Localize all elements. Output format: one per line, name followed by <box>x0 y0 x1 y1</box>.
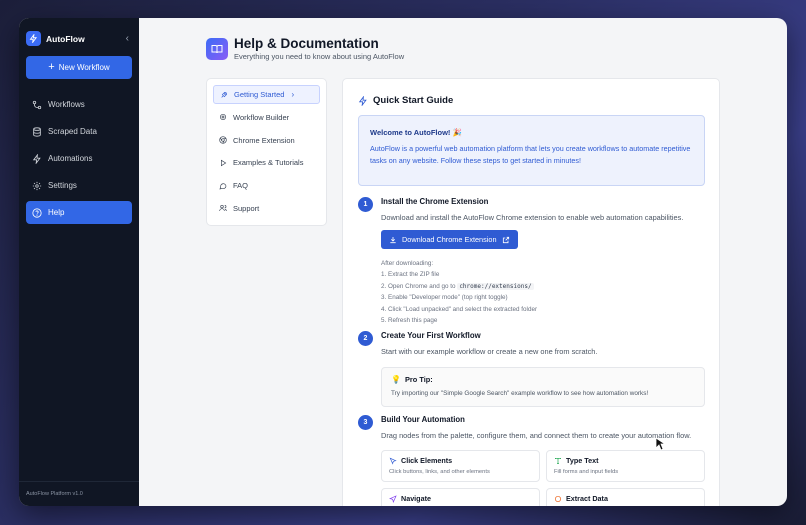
collapse-sidebar-icon[interactable]: ‹ <box>126 33 129 44</box>
card-title: Extract Data <box>566 494 608 503</box>
play-icon <box>221 159 227 167</box>
help-nav-label: Support <box>233 203 260 213</box>
page-header: Help & Documentation Everything you need… <box>206 36 404 61</box>
help-nav-chrome-extension[interactable]: Chrome Extension <box>213 131 320 150</box>
card-title: Type Text <box>566 456 599 465</box>
help-nav-support[interactable]: Support <box>213 199 320 218</box>
sidebar-nav: Workflows Scraped Data Automations Setti… <box>19 93 139 228</box>
help-nav-getting-started[interactable]: Getting Started › <box>213 85 320 104</box>
tip-title: 💡 Pro Tip: <box>391 375 695 384</box>
gear-icon <box>32 181 42 190</box>
sidebar-item-settings[interactable]: Settings <box>26 174 132 197</box>
page-subtitle: Everything you need to know about using … <box>234 52 405 61</box>
book-icon <box>206 37 228 60</box>
extract-data-icon <box>555 495 561 502</box>
node-card-type: Type Text Fill forms and input fields <box>546 450 705 482</box>
sidebar-item-label: Scraped Data <box>48 127 97 136</box>
download-icon <box>390 236 396 243</box>
welcome-callout: Welcome to AutoFlow! 🎉 AutoFlow is a pow… <box>358 115 705 186</box>
help-nav-faq[interactable]: FAQ <box>213 176 320 195</box>
sidebar-item-help[interactable]: Help <box>26 201 132 224</box>
help-circle-icon <box>32 207 42 218</box>
rocket-icon <box>221 91 228 98</box>
sidebar: AutoFlow ‹ + New Workflow Workflows Scra… <box>19 18 139 506</box>
sidebar-item-label: Help <box>48 208 65 217</box>
step-number: 1 <box>358 197 373 212</box>
plus-icon: + <box>48 61 55 73</box>
step-title: Create Your First Workflow <box>381 331 481 340</box>
main-area: Help & Documentation Everything you need… <box>139 18 787 506</box>
download-extension-button[interactable]: Download Chrome Extension <box>381 230 518 249</box>
sidebar-item-label: Automations <box>48 154 93 163</box>
sidebar-item-scraped-data[interactable]: Scraped Data <box>26 120 132 143</box>
node-cards: Click Elements Click buttons, links, and… <box>381 450 705 506</box>
help-nav-workflow-builder[interactable]: Workflow Builder <box>213 108 320 127</box>
pro-tip-callout: 💡 Pro Tip: Try importing our "Simple Goo… <box>381 367 705 407</box>
card-description: Fill forms and input fields <box>554 469 619 475</box>
brand: AutoFlow ‹ <box>19 18 139 50</box>
extensions-url-code: chrome://extensions/ <box>457 282 534 290</box>
download-button-label: Download Chrome Extension <box>402 235 497 244</box>
help-topics-nav: Getting Started › Workflow Builder Chrom… <box>206 78 327 226</box>
help-nav-label: Getting Started <box>234 90 285 99</box>
node-card-extract: Extract Data <box>546 488 705 506</box>
chrome-icon <box>219 136 227 144</box>
external-link-icon <box>502 236 509 243</box>
instruction-item: 1. Extract the ZIP file <box>381 271 440 279</box>
instruction-item: 2. Open Chrome and go to chrome://extens… <box>381 281 705 292</box>
instruction-item: 4. Click "Load unpacked" and select the … <box>381 305 538 313</box>
lightning-logo-icon <box>26 31 41 46</box>
app-window: AutoFlow ‹ + New Workflow Workflows Scra… <box>19 18 787 506</box>
page-title: Help & Documentation <box>234 36 379 51</box>
new-workflow-button[interactable]: + New Workflow <box>26 56 132 79</box>
workflow-icon <box>32 100 42 109</box>
card-title: Navigate <box>401 494 431 503</box>
card-title: Click Elements <box>401 456 453 465</box>
step-description: Download and install the AutoFlow Chrome… <box>381 213 684 222</box>
new-workflow-label: New Workflow <box>58 63 110 72</box>
lightning-icon <box>32 153 41 164</box>
sidebar-item-label: Settings <box>48 181 77 190</box>
lightbulb-icon: 💡 <box>391 375 401 384</box>
database-icon <box>33 126 41 137</box>
step-title: Build Your Automation <box>381 415 465 424</box>
node-card-navigate: Navigate <box>381 488 540 506</box>
help-nav-label: Workflow Builder <box>233 112 290 122</box>
brand-name: AutoFlow <box>46 33 85 44</box>
card-description: Click buttons, links, and other elements <box>389 469 490 475</box>
lightning-icon <box>358 95 367 106</box>
users-icon <box>219 205 227 212</box>
step-title: Install the Chrome Extension <box>381 197 489 206</box>
step-number: 2 <box>358 331 373 346</box>
gear-icon <box>220 114 226 121</box>
sidebar-footer: AutoFlow Platform v1.0 <box>19 481 139 506</box>
instruction-text: 2. Open Chrome and go to <box>381 282 458 290</box>
instruction-item: 5. Refresh this page <box>381 317 438 325</box>
chat-icon <box>219 183 227 190</box>
cursor-click-icon <box>389 457 397 465</box>
node-card-click: Click Elements Click buttons, links, and… <box>381 450 540 482</box>
navigate-icon <box>389 494 397 503</box>
help-nav-label: Chrome Extension <box>233 135 295 145</box>
help-nav-examples-tutorials[interactable]: Examples & Tutorials <box>213 153 320 172</box>
section-title-text: Quick Start Guide <box>373 95 454 106</box>
welcome-body: AutoFlow is a powerful web automation pl… <box>370 144 691 165</box>
tip-title-text: Pro Tip: <box>404 375 433 384</box>
sidebar-item-automations[interactable]: Automations <box>26 147 132 170</box>
mouse-cursor-icon <box>655 437 665 451</box>
install-instructions: After downloading: 1. Extract the ZIP fi… <box>381 258 705 326</box>
sidebar-item-workflows[interactable]: Workflows <box>26 93 132 116</box>
chevron-right-icon: › <box>291 90 295 99</box>
instruction-item: 3. Enable "Developer mode" (top right to… <box>381 294 508 302</box>
sidebar-item-label: Workflows <box>48 100 85 109</box>
text-type-icon <box>555 457 561 464</box>
step-number: 3 <box>358 415 373 430</box>
step-description: Start with our example workflow or creat… <box>381 347 598 356</box>
welcome-title: Welcome to AutoFlow! 🎉 <box>370 128 462 137</box>
section-title: Quick Start Guide <box>358 95 453 106</box>
instructions-title: After downloading: <box>381 260 434 267</box>
help-nav-label: FAQ <box>233 181 249 191</box>
tip-body: Try importing our "Simple Google Search"… <box>391 390 649 397</box>
help-nav-label: Examples & Tutorials <box>233 158 304 168</box>
